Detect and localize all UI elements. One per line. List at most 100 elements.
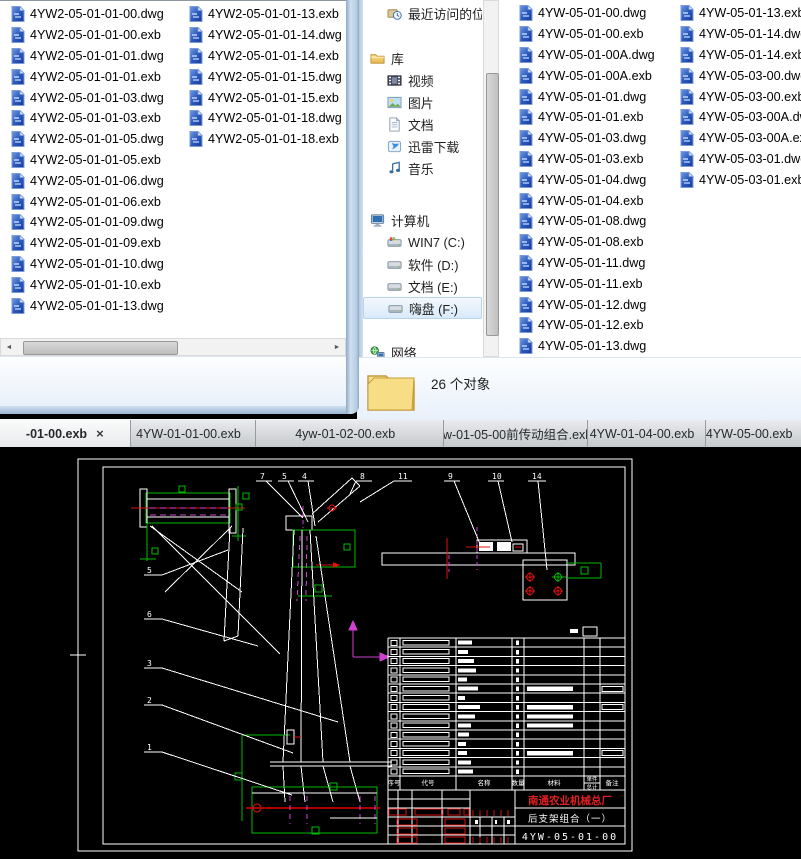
file-item[interactable]: 4YW2-05-01-01-15.exb [189, 87, 342, 108]
file-item[interactable]: 4YW2-05-01-01-13.dwg [11, 295, 164, 316]
scroll-right-arrow-icon[interactable]: ► [329, 339, 345, 355]
nav-item[interactable]: 软件 (D:) [363, 253, 482, 275]
file-item[interactable]: 4YW-05-03-00.exb [680, 86, 801, 107]
scrollbar-thumb[interactable] [23, 341, 178, 355]
file-item[interactable]: 4YW-05-03-00A.exb [680, 128, 801, 149]
scroll-left-arrow-icon[interactable]: ◄ [1, 339, 17, 355]
file-item[interactable]: 4YW2-05-01-01-10.dwg [11, 254, 164, 275]
file-item[interactable]: 4YW2-05-01-01-05.dwg [11, 129, 164, 150]
file-item[interactable]: 4YW2-05-01-01-18.dwg [189, 108, 342, 129]
file-item[interactable]: 4YW2-05-01-01-03.dwg [11, 87, 164, 108]
file-name: 4YW2-05-01-01-13.exb [208, 7, 339, 21]
file-item[interactable]: 4YW2-05-01-01-15.dwg [189, 66, 342, 87]
nav-item[interactable]: 音乐 [363, 157, 482, 179]
cad-file-icon [11, 48, 25, 64]
file-item[interactable]: 4YW-05-01-03.exb [519, 149, 655, 170]
file-item[interactable]: 4YW2-05-01-01-06.dwg [11, 170, 164, 191]
file-item[interactable]: 4YW2-05-01-01-09.dwg [11, 212, 164, 233]
nav-item[interactable]: 图片 [363, 91, 482, 113]
file-item[interactable]: 4YW-05-01-11.exb [519, 273, 655, 294]
file-name: 4YW-05-01-14.exb [699, 48, 801, 62]
nav-item[interactable]: 库 [363, 47, 482, 69]
file-item[interactable]: 4YW-05-03-00A.dwg [680, 107, 801, 128]
file-item[interactable]: 4YW2-05-01-01-10.exb [11, 274, 164, 295]
nav-item[interactable]: 网络 [363, 341, 482, 357]
document-tab[interactable]: 4yw-01-05-00前传动组合.exb [443, 420, 586, 447]
file-item[interactable]: 4YW2-05-01-01-14.dwg [189, 25, 342, 46]
file-name: 4YW-05-01-01.exb [538, 110, 643, 124]
nav-item[interactable]: 文档 [363, 113, 482, 135]
file-item[interactable]: 4YW2-05-01-01-05.exb [11, 150, 164, 171]
file-item[interactable]: 4YW-05-03-01.dwg [680, 149, 801, 170]
file-item[interactable]: 4YW-05-03-01.exb [680, 169, 801, 190]
file-item[interactable]: 4YW2-05-01-01-03.exb [11, 108, 164, 129]
file-item[interactable]: 4YW2-05-01-01-01.exb [11, 66, 164, 87]
horizontal-scrollbar[interactable]: ◄ ► [0, 338, 346, 356]
nav-item[interactable]: 迅雷下载 [363, 135, 482, 157]
file-item[interactable]: 4YW-05-01-00A.exb [519, 65, 655, 86]
close-icon[interactable]: × [96, 426, 104, 441]
weight-cells [570, 627, 597, 636]
file-item[interactable]: 4YW-05-01-12.exb [519, 315, 655, 336]
cad-file-icon [11, 131, 25, 147]
file-item[interactable]: 4YW-05-01-13.dwg [519, 336, 655, 357]
leader-number: 9 [448, 472, 453, 481]
nav-item[interactable]: 文档 (E:) [363, 275, 482, 297]
file-item[interactable]: 4YW-05-01-13.exb [680, 3, 801, 24]
scrollbar-thumb[interactable] [486, 73, 499, 336]
file-item[interactable]: 4YW-05-01-12.dwg [519, 294, 655, 315]
file-item[interactable]: 4YW-05-03-00.dwg [680, 65, 801, 86]
file-list-column: 4YW2-05-01-01-13.exb 4YW2-05-01-01-14.dw… [189, 4, 342, 150]
file-item[interactable]: 4YW2-05-01-01-18.exb [189, 129, 342, 150]
file-item[interactable]: 4YW-05-01-08.exb [519, 232, 655, 253]
document-tab[interactable]: 4YW-01-01-00.exb [130, 420, 256, 447]
file-item[interactable]: 4YW-05-01-14.dwg [680, 24, 801, 45]
tab-label: 4YW-05-00.exb [706, 427, 793, 441]
file-item[interactable]: 4YW-05-01-01.exb [519, 107, 655, 128]
file-item[interactable]: 4YW-05-01-00.exb [519, 24, 655, 45]
file-item[interactable]: 4YW-05-01-11.dwg [519, 253, 655, 274]
cad-file-icon [519, 5, 533, 21]
svg-text:总计: 总计 [586, 783, 598, 791]
document-tab[interactable]: 4YW-05-00.exb [705, 420, 801, 447]
cad-drawing-canvas[interactable]: 7 5 4 8 11 9 10 14 5 6 3 2 1 序号 代号 名称 数 [0, 446, 801, 859]
file-item[interactable]: 4YW2-05-01-01-00.exb [11, 25, 164, 46]
file-name: 4YW2-05-01-01-18.exb [208, 132, 339, 146]
nav-item-label: WIN7 (C:) [408, 235, 465, 250]
cad-file-icon [11, 235, 25, 251]
file-item[interactable]: 4YW-05-01-08.dwg [519, 211, 655, 232]
file-item[interactable]: 4YW-05-01-14.exb [680, 45, 801, 66]
nav-item[interactable]: 视频 [363, 69, 482, 91]
nav-item[interactable]: 最近访问的位置 [363, 2, 482, 24]
nav-item[interactable]: WIN7 (C:) [363, 231, 482, 253]
cad-file-icon [680, 89, 694, 105]
cad-file-icon [11, 6, 25, 22]
vertical-scrollbar[interactable]: ▲ ▼ [483, 0, 499, 357]
file-item[interactable]: 4YW-05-01-04.dwg [519, 169, 655, 190]
file-item[interactable]: 4YW-05-01-03.dwg [519, 128, 655, 149]
file-item[interactable]: 4YW-05-01-01.dwg [519, 86, 655, 107]
file-name: 4YW-05-03-01.dwg [699, 152, 801, 166]
nav-item-label: 图片 [408, 93, 434, 112]
nav-item[interactable]: 计算机 [363, 209, 482, 231]
nav-item[interactable]: 嗨盘 (F:) [363, 297, 482, 319]
nav-item-label: 视频 [408, 71, 434, 90]
nav-item-label: 文档 (E:) [408, 277, 458, 296]
file-item[interactable]: 4YW2-05-01-01-09.exb [11, 233, 164, 254]
document-tab[interactable]: 4yw-01-02-00.exb [255, 420, 443, 447]
tab-label: 4YW-01-01-00.exb [136, 427, 241, 441]
file-item[interactable]: 4YW2-05-01-01-06.exb [11, 191, 164, 212]
file-name: 4YW-05-03-00.dwg [699, 69, 801, 83]
file-item[interactable]: 4YW-05-01-00A.dwg [519, 45, 655, 66]
document-tab[interactable]: -01-00.exb × [0, 420, 130, 447]
file-item[interactable]: 4YW2-05-01-01-13.exb [189, 4, 342, 25]
file-item[interactable]: 4YW2-05-01-01-01.dwg [11, 46, 164, 67]
nav-item-label: 最近访问的位置 [408, 4, 482, 23]
cad-file-icon [189, 6, 203, 22]
file-item[interactable]: 4YW-05-01-04.exb [519, 190, 655, 211]
document-tab[interactable]: 4YW-01-04-00.exb [587, 420, 706, 447]
file-item[interactable]: 4YW2-05-01-01-14.exb [189, 46, 342, 67]
file-item[interactable]: 4YW2-05-01-01-00.dwg [11, 4, 164, 25]
cad-file-icon [519, 109, 533, 125]
file-item[interactable]: 4YW-05-01-00.dwg [519, 3, 655, 24]
